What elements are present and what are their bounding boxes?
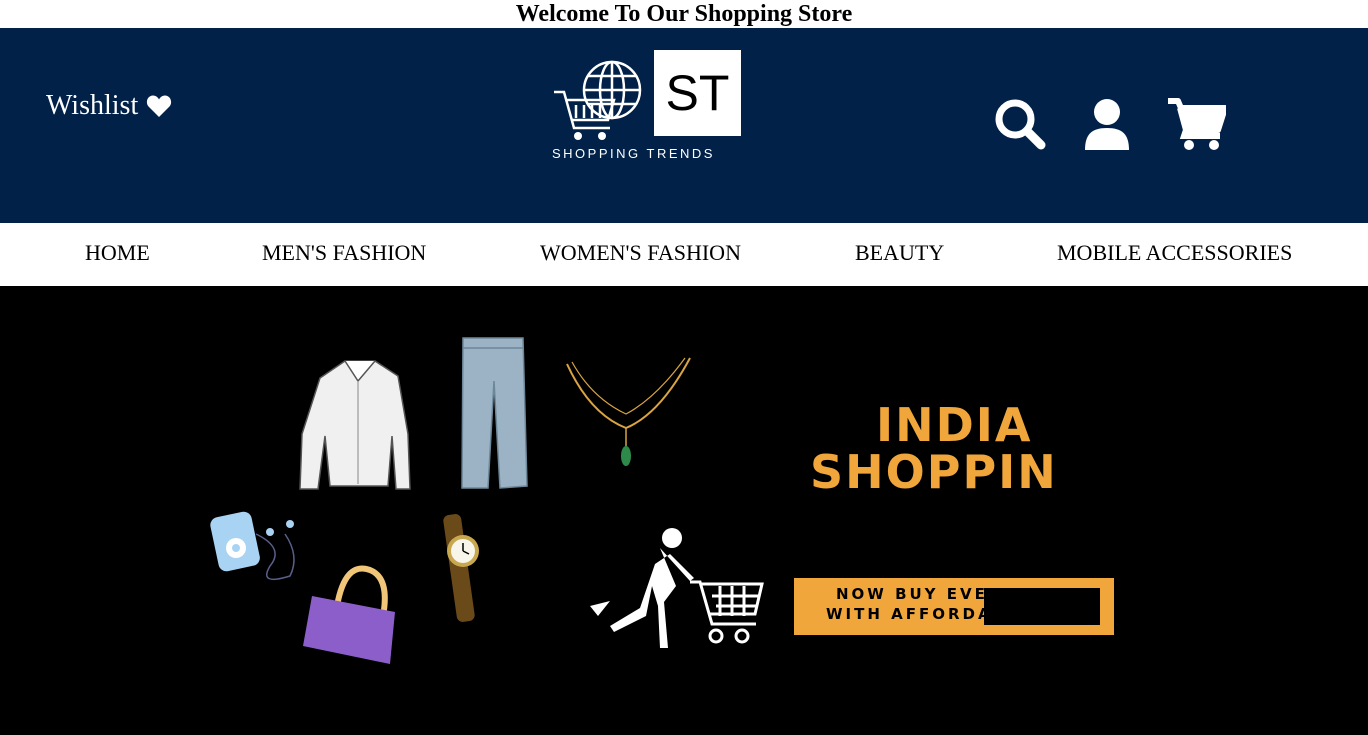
hero-banner[interactable]: INDIA SHOPPIN NOW BUY EVE WITH AFFORDA: [0, 286, 1368, 735]
shirt-icon: [299, 360, 411, 490]
hero-headline-line2: SHOPPIN: [810, 445, 1058, 499]
site-header: Wishlist ST SHOPPING TRENDS: [0, 28, 1368, 223]
welcome-banner: Welcome To Our Shopping Store: [515, 1, 853, 27]
wishlist-link[interactable]: Wishlist: [46, 90, 172, 122]
jeans-icon: [461, 337, 528, 489]
mp3-player-icon: [210, 511, 295, 581]
shopper-with-cart-icon: [590, 528, 764, 648]
watch-icon: [443, 514, 479, 622]
user-icon[interactable]: [1084, 98, 1130, 150]
cta-line1: NOW BUY EVE: [836, 585, 988, 603]
necklace-icon: [566, 357, 691, 466]
hero-headline-line1: INDIA: [876, 398, 1033, 452]
wishlist-label: Wishlist: [46, 90, 139, 121]
site-logo[interactable]: ST SHOPPING TRENDS: [552, 50, 752, 165]
nav-beauty[interactable]: BEAUTY: [855, 240, 944, 266]
nav-womens-fashion[interactable]: WOMEN'S FASHION: [540, 240, 741, 266]
globe-cart-icon: [554, 60, 642, 140]
cta-overlay: [984, 588, 1100, 625]
hero-cta-banner: NOW BUY EVE WITH AFFORDA: [794, 578, 1114, 635]
search-icon[interactable]: [993, 98, 1047, 150]
logo-caption: SHOPPING TRENDS: [552, 146, 715, 161]
cta-line2: WITH AFFORDA: [826, 605, 993, 623]
nav-home[interactable]: HOME: [85, 240, 150, 266]
nav-mens-fashion[interactable]: MEN'S FASHION: [262, 240, 426, 266]
heart-icon: [147, 95, 172, 117]
hero-cta-text: NOW BUY EVE WITH AFFORDA: [826, 584, 993, 624]
logo-mark: ST: [654, 50, 741, 136]
cart-icon[interactable]: [1168, 98, 1226, 150]
nav-mobile-accessories[interactable]: MOBILE ACCESSORIES: [1057, 240, 1292, 266]
handbag-icon: [303, 565, 395, 664]
hero-illustration: [210, 337, 764, 664]
main-nav: HOME MEN'S FASHION WOMEN'S FASHION BEAUT…: [0, 223, 1368, 286]
